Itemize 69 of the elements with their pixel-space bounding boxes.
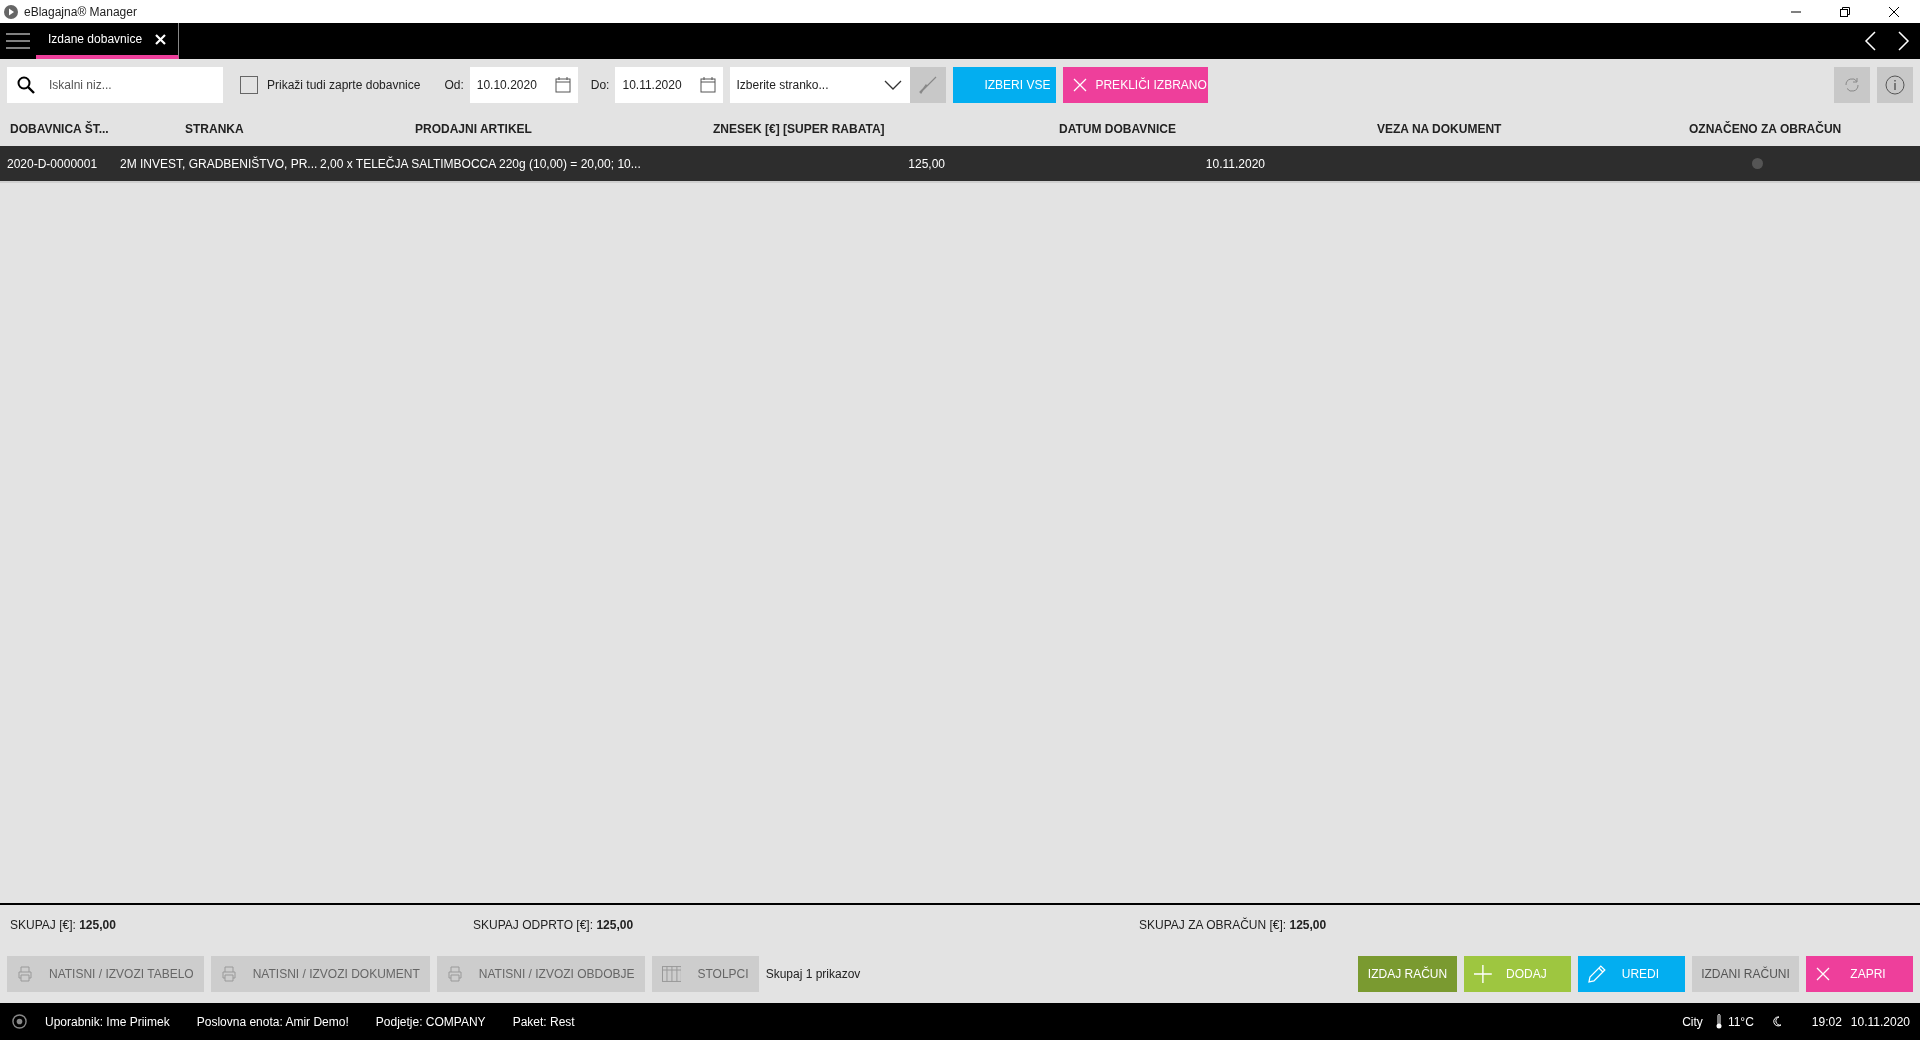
status-text: Poslovna enota: Amir Demo! (196, 1013, 349, 1031)
print-button[interactable]: NATISNI / IZVOZI DOKUMENT (210, 956, 430, 992)
pencil-icon (1588, 965, 1606, 983)
status-text: Paket: Rest (512, 1013, 575, 1031)
date-label: Od: (444, 77, 464, 94)
info-icon (1885, 75, 1905, 95)
total-label: SKUPAJ ODPRTO [€]: (473, 918, 595, 932)
table-cell: 2020-D-0000001 (7, 156, 98, 171)
total-value: 125,00 (1289, 918, 1327, 932)
column-header[interactable]: STRANKA (185, 121, 244, 136)
column-header[interactable]: OZNAČENO ZA OBRAČUN (1689, 121, 1842, 136)
search-icon (17, 76, 35, 94)
clock-time: 19:02 (1811, 1013, 1842, 1031)
date-field[interactable]: 10.11.2020 (615, 67, 724, 103)
date-field[interactable]: 10.10.2020 (469, 67, 578, 103)
table-cell: 10.11.2020 (1205, 156, 1265, 171)
table-cell: 125,00 (908, 156, 945, 171)
status-text: Uporabnik: Ime Priimek (45, 1013, 170, 1031)
window-title: eBlagajna® Manager (24, 3, 137, 21)
close-button[interactable]: ZAPRI (1806, 956, 1913, 992)
column-header[interactable]: DATUM DOBAVNICE (1059, 121, 1176, 136)
record-count: Skupaj 1 prikazov (765, 966, 861, 983)
calendar-icon[interactable] (700, 77, 717, 93)
chevron-down-icon (884, 80, 903, 90)
table-cell: 2M INVEST, GRADBENIŠTVO, PR... (120, 156, 318, 171)
total-label: SKUPAJ ZA OBRAČUN [€]: (1139, 918, 1288, 932)
chevron-left-icon[interactable] (1864, 31, 1876, 51)
printer-icon (220, 966, 237, 982)
tab[interactable]: Izdane dobavnice (36, 23, 180, 59)
invoices-button[interactable]: IZDANI RAČUNI (1692, 956, 1799, 992)
info-button[interactable] (1877, 67, 1913, 103)
column-header[interactable]: PRODAJNI ARTIKEL (415, 121, 532, 136)
city-label: City (1682, 1013, 1703, 1031)
clock-date: 10.11.2020 (1850, 1013, 1910, 1031)
column-header[interactable]: DOBAVNICA ŠT... (10, 121, 109, 136)
table-cell: 2,00 x TELEČJA SALTIMBOCCA 220g (10,00) = 20,00; 10... (320, 156, 641, 171)
thermometer-icon (1715, 1014, 1722, 1029)
calendar-icon[interactable] (554, 77, 571, 93)
status-text: Podjetje: COMPANY (375, 1013, 486, 1031)
column-header[interactable]: VEZA NA DOKUMENT (1377, 121, 1502, 136)
total-label: SKUPAJ [€]: (10, 918, 77, 932)
table-icon (661, 966, 682, 982)
menu-icon[interactable] (6, 32, 30, 50)
print-button[interactable]: NATISNI / IZVOZI TABELO (7, 956, 204, 992)
app-logo-icon (3, 3, 19, 20)
cancel-selection-button[interactable]: PREKLIČI IZBRANO (1063, 67, 1209, 103)
table-row[interactable]: 2020-D-0000001 2M INVEST, GRADBENIŠTVO, PR... 2,00 x TELEČJA SALTIMBOCCA 220g (10,00) = 20,00; 10... 125,00 10.11.2020 (0, 146, 1920, 183)
temperature: 11°C (1727, 1013, 1754, 1031)
total-value: 125,00 (596, 918, 634, 932)
checkbox-label: Prikaži tudi zaprte dobavnice (267, 77, 421, 94)
printer-icon (17, 966, 33, 982)
column-header[interactable]: ZNESEK [€] [SUPER RABATA] (713, 121, 885, 136)
customer-dropdown[interactable]: Izberite stranko... (730, 67, 911, 103)
power-icon[interactable] (12, 1014, 27, 1029)
print-button[interactable]: NATISNI / IZVOZI OBDOBJE (436, 956, 645, 992)
refresh-icon (1843, 76, 1861, 94)
printer-icon (446, 966, 463, 982)
moon-icon (1772, 1016, 1782, 1027)
chevron-right-icon[interactable] (1898, 31, 1910, 51)
close-icon (1816, 967, 1830, 981)
date-label: Do: (590, 77, 610, 94)
columns-button[interactable]: STOLPCI (651, 956, 759, 992)
total-value: 125,00 (79, 918, 116, 932)
plus-icon (1474, 965, 1492, 983)
search-field[interactable]: Iskalni niz... (7, 67, 223, 103)
restore-icon[interactable] (1839, 5, 1851, 18)
close-icon[interactable] (1888, 5, 1900, 18)
close-icon (1073, 78, 1088, 92)
checkbox[interactable] (240, 76, 258, 94)
